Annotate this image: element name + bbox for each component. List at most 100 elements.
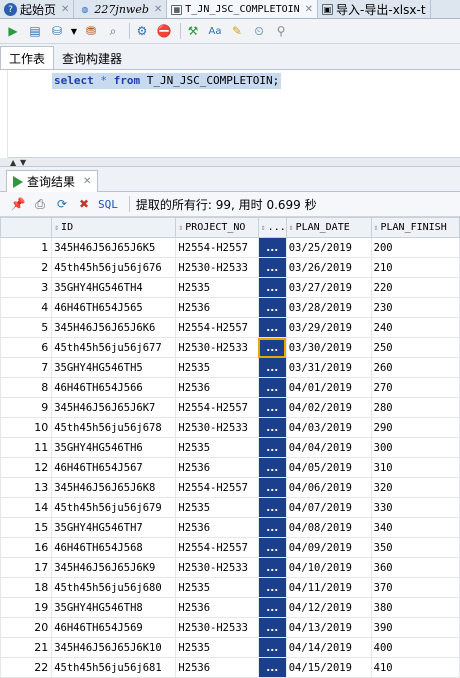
cell-plan-date[interactable]: 04/03/2019: [285, 417, 372, 438]
cell-id[interactable]: 345H46J56J65J6K5: [51, 237, 177, 258]
sql-tuning-icon[interactable]: ⚒: [184, 22, 202, 40]
refresh-icon[interactable]: ⟳: [54, 196, 70, 212]
cell-project-no[interactable]: H2536: [175, 597, 259, 618]
rollback-icon[interactable]: ⛃: [82, 22, 100, 40]
cell-plan-date[interactable]: 04/14/2019: [285, 637, 372, 658]
cancel-fetch-icon[interactable]: ✖: [76, 196, 92, 212]
cell-plan-date[interactable]: 04/02/2019: [285, 397, 372, 418]
cell-plan-date[interactable]: 03/27/2019: [285, 277, 372, 298]
cell-project-no[interactable]: H2554-H2557: [175, 477, 259, 498]
column-header-collapsed[interactable]: ⇕...: [257, 217, 287, 238]
cell-plan-date[interactable]: 04/09/2019: [285, 537, 372, 558]
cell-id[interactable]: 35GHY4HG546TH7: [51, 517, 177, 538]
table-row[interactable]: 17 345H46J56J65J6K9 H2530-H2533... 04/10/20…: [0, 557, 460, 578]
cell-collapsed[interactable]: ...: [257, 617, 287, 638]
cell-project-no[interactable]: H2535: [175, 437, 259, 458]
cell-collapsed[interactable]: ...: [257, 497, 287, 518]
cell-plan-finish[interactable]: 290: [370, 417, 460, 438]
cell-plan-date[interactable]: 04/07/2019: [285, 497, 372, 518]
cell-project-no[interactable]: H2535: [175, 277, 259, 298]
chevron-down-icon[interactable]: ▼: [20, 158, 26, 167]
column-header-plan-finish[interactable]: ⇕ PLAN_FINISH: [370, 217, 460, 238]
cell-project-no[interactable]: H2536: [175, 457, 259, 478]
cell-project-no[interactable]: H2535: [175, 497, 259, 518]
cell-project-no[interactable]: H2535: [175, 637, 259, 658]
cell-plan-finish[interactable]: 270: [370, 377, 460, 398]
cell-id[interactable]: 45th45h56ju56j676: [51, 257, 177, 278]
cell-collapsed[interactable]: ...: [257, 477, 287, 498]
cell-plan-date[interactable]: 03/31/2019: [285, 357, 372, 378]
cell-collapsed[interactable]: ...: [257, 417, 287, 438]
cell-collapsed[interactable]: ...: [257, 457, 287, 478]
tab-query-result[interactable]: 查询结果 ✕: [6, 170, 99, 192]
cell-collapsed[interactable]: ...: [257, 277, 287, 298]
cell-collapsed[interactable]: ...: [257, 397, 287, 418]
cell-collapsed[interactable]: ...: [257, 257, 287, 278]
table-row[interactable]: 3 35GHY4HG546TH4 H2535... 03/27/2019 220: [0, 277, 460, 298]
cell-plan-date[interactable]: 04/11/2019: [285, 577, 372, 598]
print-icon[interactable]: ⎙: [32, 196, 48, 212]
cell-plan-finish[interactable]: 400: [370, 637, 460, 658]
cell-project-no[interactable]: H2535: [175, 357, 259, 378]
table-row[interactable]: 11 35GHY4HG546TH6 H2535... 04/04/2019 300: [0, 437, 460, 458]
close-icon[interactable]: ✕: [83, 176, 91, 187]
close-icon[interactable]: ✕: [305, 4, 313, 15]
cell-id[interactable]: 46H46TH654J567: [51, 457, 177, 478]
cell-plan-date[interactable]: 04/15/2019: [285, 657, 372, 678]
cell-project-no[interactable]: H2536: [175, 657, 259, 678]
cell-plan-finish[interactable]: 340: [370, 517, 460, 538]
close-icon[interactable]: ✕: [61, 4, 69, 15]
cell-id[interactable]: 345H46J56J65J6K9: [51, 557, 177, 578]
cell-plan-finish[interactable]: 240: [370, 317, 460, 338]
table-row[interactable]: 20 46H46TH654J569 H2530-H2533... 04/13/2019…: [0, 617, 460, 638]
cell-project-no[interactable]: H2554-H2557: [175, 397, 259, 418]
tab-query-builder[interactable]: 查询构建器: [54, 47, 130, 69]
tab-start-page[interactable]: ? 起始页 ✕: [0, 0, 75, 18]
table-row[interactable]: 5 345H46J56J65J6K6 H2554-H2557... 03/29/201…: [0, 317, 460, 338]
cell-id[interactable]: 45th45h56ju56j678: [51, 417, 177, 438]
column-header-plan-date[interactable]: ⇕ PLAN_DATE: [285, 217, 372, 238]
cell-project-no[interactable]: H2536: [175, 377, 259, 398]
cell-id[interactable]: 45th45h56ju56j679: [51, 497, 177, 518]
cell-plan-finish[interactable]: 410: [370, 657, 460, 678]
table-row[interactable]: 8 46H46TH654J566 H2536... 04/01/2019 270: [0, 377, 460, 398]
column-header-project-no[interactable]: ⇕ PROJECT_NO: [175, 217, 259, 238]
cell-plan-date[interactable]: 03/26/2019: [285, 257, 372, 278]
column-header-id[interactable]: ⇕ ID: [51, 217, 177, 238]
chevron-down-icon[interactable]: ▼: [70, 22, 78, 40]
cell-project-no[interactable]: H2530-H2533: [175, 417, 259, 438]
cell-project-no[interactable]: H2554-H2557: [175, 237, 259, 258]
cell-id[interactable]: 45th45h56ju56j677: [51, 337, 177, 358]
cell-plan-date[interactable]: 04/04/2019: [285, 437, 372, 458]
table-row[interactable]: 4 46H46TH654J565 H2536... 03/28/2019 230: [0, 297, 460, 318]
cell-plan-date[interactable]: 04/08/2019: [285, 517, 372, 538]
cell-plan-date[interactable]: 04/12/2019: [285, 597, 372, 618]
cell-collapsed[interactable]: ...: [257, 537, 287, 558]
table-row[interactable]: 9 345H46J56J65J6K7 H2554-H2557... 04/02/201…: [0, 397, 460, 418]
cell-project-no[interactable]: H2530-H2533: [175, 617, 259, 638]
cell-collapsed[interactable]: ...: [257, 657, 287, 678]
cell-plan-finish[interactable]: 230: [370, 297, 460, 318]
cell-id[interactable]: 45th45h56ju56j681: [51, 657, 177, 678]
sql-link[interactable]: SQL: [98, 198, 118, 211]
table-row[interactable]: 22 45th45h56ju56j681 H2536... 04/15/2019 410: [0, 657, 460, 678]
tab-table[interactable]: ▦ T_JN_JSC_COMPLETOIN ✕: [167, 0, 319, 18]
cell-id[interactable]: 35GHY4HG546TH4: [51, 277, 177, 298]
pane-splitter[interactable]: ▲ ▼: [0, 158, 460, 167]
pin-icon[interactable]: 📌: [10, 196, 26, 212]
cell-plan-finish[interactable]: 330: [370, 497, 460, 518]
cell-collapsed[interactable]: ...: [257, 317, 287, 338]
cell-plan-finish[interactable]: 390: [370, 617, 460, 638]
cell-plan-finish[interactable]: 200: [370, 237, 460, 258]
cell-plan-date[interactable]: 04/13/2019: [285, 617, 372, 638]
table-row[interactable]: 18 45th45h56ju56j680 H2535... 04/11/2019 370: [0, 577, 460, 598]
cell-collapsed[interactable]: ...: [257, 557, 287, 578]
table-row[interactable]: 2 45th45h56ju56j676 H2530-H2533... 03/26/20…: [0, 257, 460, 278]
table-row[interactable]: 13 345H46J56J65J6K8 H2554-H2557... 04/06/20…: [0, 477, 460, 498]
table-row[interactable]: 12 46H46TH654J567 H2536... 04/05/2019 310: [0, 457, 460, 478]
cell-id[interactable]: 46H46TH654J569: [51, 617, 177, 638]
cell-collapsed[interactable]: ...: [257, 237, 287, 258]
cell-plan-finish[interactable]: 320: [370, 477, 460, 498]
table-row[interactable]: 16 46H46TH654J568 H2554-H2557... 04/09/2019…: [0, 537, 460, 558]
cell-plan-finish[interactable]: 300: [370, 437, 460, 458]
